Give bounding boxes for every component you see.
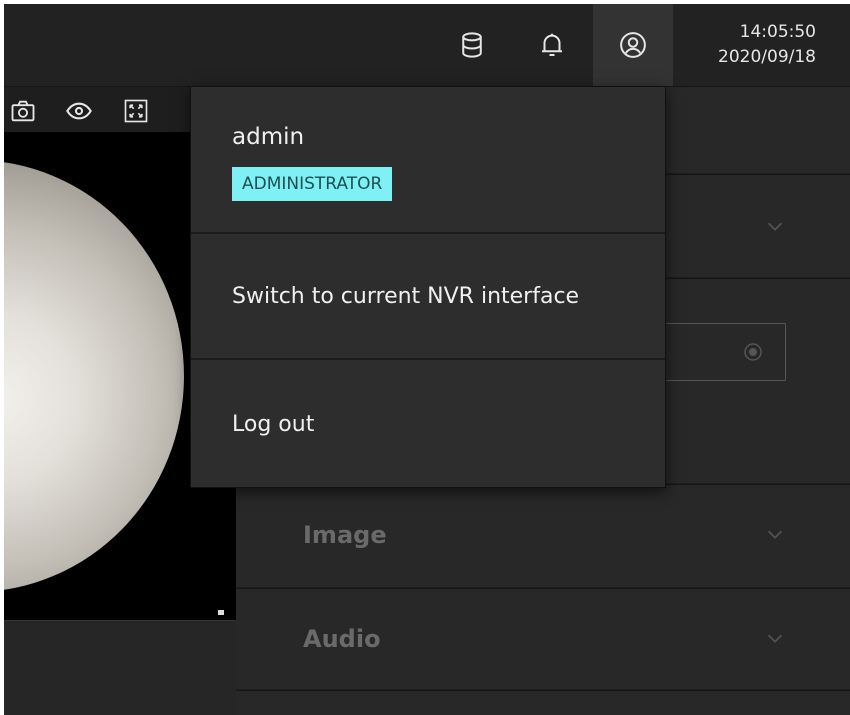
user-icon — [620, 32, 646, 58]
fisheye-image — [4, 160, 184, 592]
view-button[interactable] — [64, 96, 94, 126]
menu-item-switch-nvr[interactable]: Switch to current NVR interface — [191, 234, 665, 358]
notifications-button[interactable] — [512, 4, 592, 86]
username: admin — [232, 124, 305, 150]
menu-item-logout[interactable]: Log out — [191, 360, 665, 487]
snapshot-button[interactable] — [8, 96, 38, 126]
fullscreen-button[interactable] — [121, 96, 151, 126]
chevron-down-icon — [764, 523, 786, 545]
section-label: Audio — [303, 625, 381, 653]
chevron-down-icon — [764, 215, 786, 237]
menu-item-label: Log out — [232, 412, 315, 437]
storage-button[interactable] — [432, 4, 512, 86]
bell-icon — [542, 33, 562, 56]
user-dropdown-menu: admin ADMINISTRATOR Switch to current NV… — [190, 86, 666, 488]
clock-time: 14:05:50 — [739, 22, 816, 42]
eye-icon — [66, 102, 92, 120]
user-menu-button[interactable] — [593, 4, 673, 86]
section-label: Image — [303, 521, 387, 549]
app-window: 14:05:50 2020/09/18 Image Audio admin AD… — [4, 4, 850, 715]
option-field[interactable] — [657, 323, 786, 381]
resize-handle[interactable] — [218, 610, 224, 615]
settings-row-audio[interactable]: Audio — [236, 588, 850, 689]
fullscreen-icon — [124, 99, 148, 123]
clock-date: 2020/09/18 — [718, 47, 816, 67]
top-bar: 14:05:50 2020/09/18 — [4, 4, 850, 87]
database-icon — [462, 32, 482, 58]
datetime-display: 14:05:50 2020/09/18 — [684, 20, 816, 70]
video-bottom-panel — [4, 620, 236, 715]
radio-icon — [744, 343, 762, 361]
camera-icon — [11, 100, 35, 122]
settings-row-next — [236, 690, 850, 715]
role-badge: ADMINISTRATOR — [232, 167, 393, 201]
settings-row-image[interactable]: Image — [236, 484, 850, 587]
chevron-down-icon — [764, 627, 786, 649]
user-info: admin ADMINISTRATOR — [191, 87, 665, 232]
menu-item-label: Switch to current NVR interface — [232, 284, 580, 309]
